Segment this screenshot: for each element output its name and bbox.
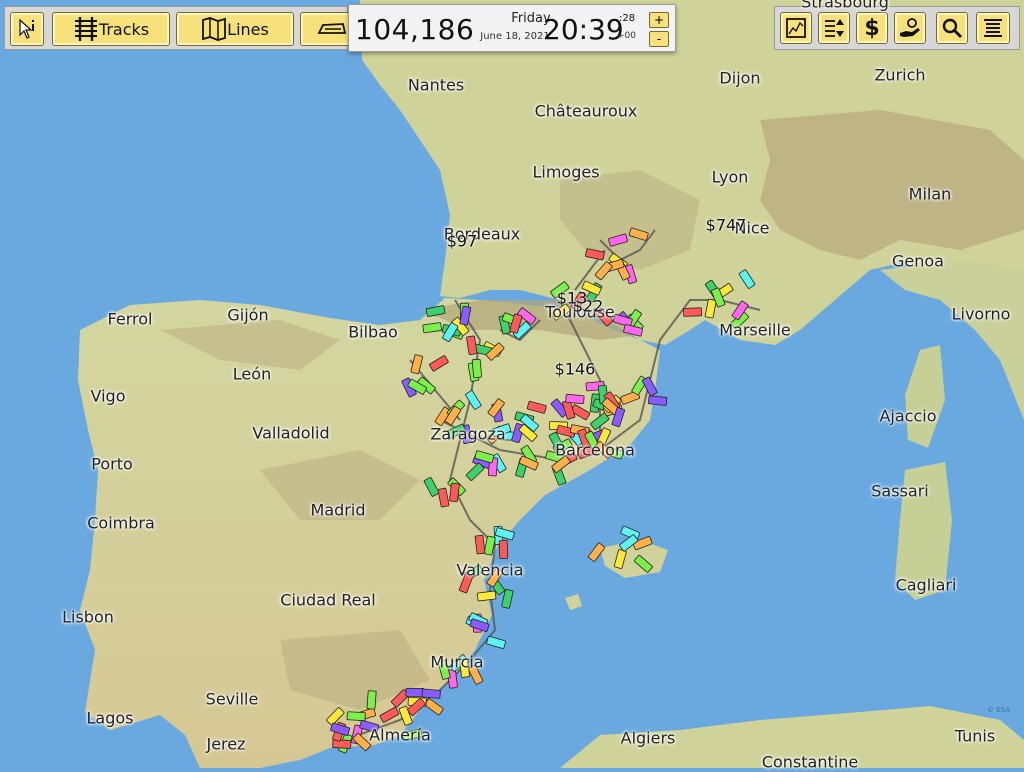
- city-label: Lisbon: [62, 607, 114, 627]
- station-price-label[interactable]: $747: [706, 216, 747, 235]
- train-marker[interactable]: [565, 393, 585, 405]
- train-marker[interactable]: [366, 690, 377, 710]
- map-overview-icon: [786, 18, 806, 38]
- city-label: Seville: [205, 689, 259, 709]
- city-label: Jerez: [206, 734, 246, 754]
- city-label: Châteauroux: [534, 101, 638, 121]
- train-marker[interactable]: [471, 358, 482, 379]
- city-label: Ajaccio: [879, 406, 937, 426]
- speed-down-button[interactable]: -: [649, 31, 669, 47]
- city-label: Porto: [91, 454, 133, 474]
- city-label: Strasbourg: [801, 0, 889, 12]
- station-price-label[interactable]: $97: [447, 232, 478, 251]
- lines-label: Lines: [227, 19, 269, 39]
- train-marker[interactable]: [332, 739, 352, 749]
- city-label: Almería: [369, 725, 431, 745]
- city-label: Gijón: [227, 305, 269, 325]
- city-label: Zurich: [874, 65, 926, 85]
- station-price-label[interactable]: $146: [555, 360, 596, 379]
- tracks-button[interactable]: Tracks: [52, 12, 170, 46]
- train-marker[interactable]: [449, 482, 460, 503]
- finance-button[interactable]: $: [856, 12, 888, 44]
- current-seconds: :28: [619, 13, 636, 24]
- city-label: Zaragoza: [430, 424, 506, 444]
- map-overview-button[interactable]: [780, 12, 812, 44]
- train-marker[interactable]: [346, 711, 366, 722]
- select-tool-button[interactable]: [10, 12, 44, 46]
- city-label: Algiers: [620, 728, 676, 748]
- train-icon: [317, 23, 347, 34]
- city-label: Madrid: [310, 500, 366, 520]
- payments-button[interactable]: [894, 12, 926, 44]
- city-label: Tunis: [954, 726, 996, 746]
- city-label: Dijon: [719, 68, 761, 88]
- city-label: Valencia: [456, 560, 524, 580]
- city-label: Limoges: [532, 162, 600, 182]
- world-map[interactable]: [0, 0, 1024, 768]
- map-attribution: © ESA: [986, 706, 1010, 714]
- city-label: Sassari: [871, 481, 929, 501]
- menu-icon: [984, 19, 1002, 37]
- city-label: Coimbra: [87, 513, 155, 533]
- money-balance[interactable]: 104,186: [355, 13, 474, 46]
- tracks-icon: [74, 17, 97, 41]
- sort-order-icon: [825, 19, 844, 37]
- train-marker[interactable]: [421, 688, 441, 699]
- city-label: Genoa: [892, 251, 944, 271]
- city-label: Milan: [908, 184, 952, 204]
- pay-hand-icon: [900, 18, 920, 37]
- city-label: Ciudad Real: [280, 590, 376, 610]
- train-marker[interactable]: [498, 540, 509, 559]
- city-label: Murcia: [430, 652, 484, 672]
- city-label: Vigo: [90, 386, 126, 406]
- train-marker[interactable]: [647, 395, 668, 406]
- city-label: Marseille: [719, 320, 791, 340]
- dollar-icon: $: [864, 15, 880, 41]
- clock-panel: 104,186 Friday June 18, 2021 20:39 :28 +…: [348, 4, 676, 52]
- city-label: Constantine: [761, 752, 859, 772]
- city-label: Lyon: [711, 167, 749, 187]
- train-marker[interactable]: [405, 688, 425, 697]
- current-time: 20:39: [543, 13, 624, 46]
- train-marker[interactable]: [476, 590, 497, 602]
- city-label: Barcelona: [555, 440, 635, 460]
- city-label: Nantes: [407, 75, 465, 95]
- menu-button[interactable]: [976, 12, 1010, 44]
- search-button[interactable]: [936, 12, 968, 44]
- train-marker[interactable]: [683, 307, 703, 317]
- timezone: +00: [617, 31, 636, 41]
- train-marker[interactable]: [474, 534, 486, 555]
- city-label: Bilbao: [348, 322, 398, 342]
- tracks-label: Tracks: [98, 19, 150, 39]
- alps-relief: [760, 110, 1024, 260]
- city-label: León: [232, 364, 272, 384]
- sort-order-button[interactable]: [818, 12, 850, 44]
- city-label: Cagliari: [895, 575, 957, 595]
- city-label: Ferrol: [107, 309, 153, 329]
- station-price-label[interactable]: $13: [557, 289, 588, 308]
- search-icon: [942, 18, 963, 39]
- lines-map-icon: [202, 17, 227, 41]
- lines-button[interactable]: Lines: [176, 12, 294, 46]
- city-label: Lagos: [86, 708, 134, 728]
- cursor-info-icon: [19, 18, 34, 39]
- city-label: Valladolid: [252, 423, 330, 443]
- speed-up-button[interactable]: +: [649, 12, 669, 28]
- city-label: Livorno: [951, 304, 1011, 324]
